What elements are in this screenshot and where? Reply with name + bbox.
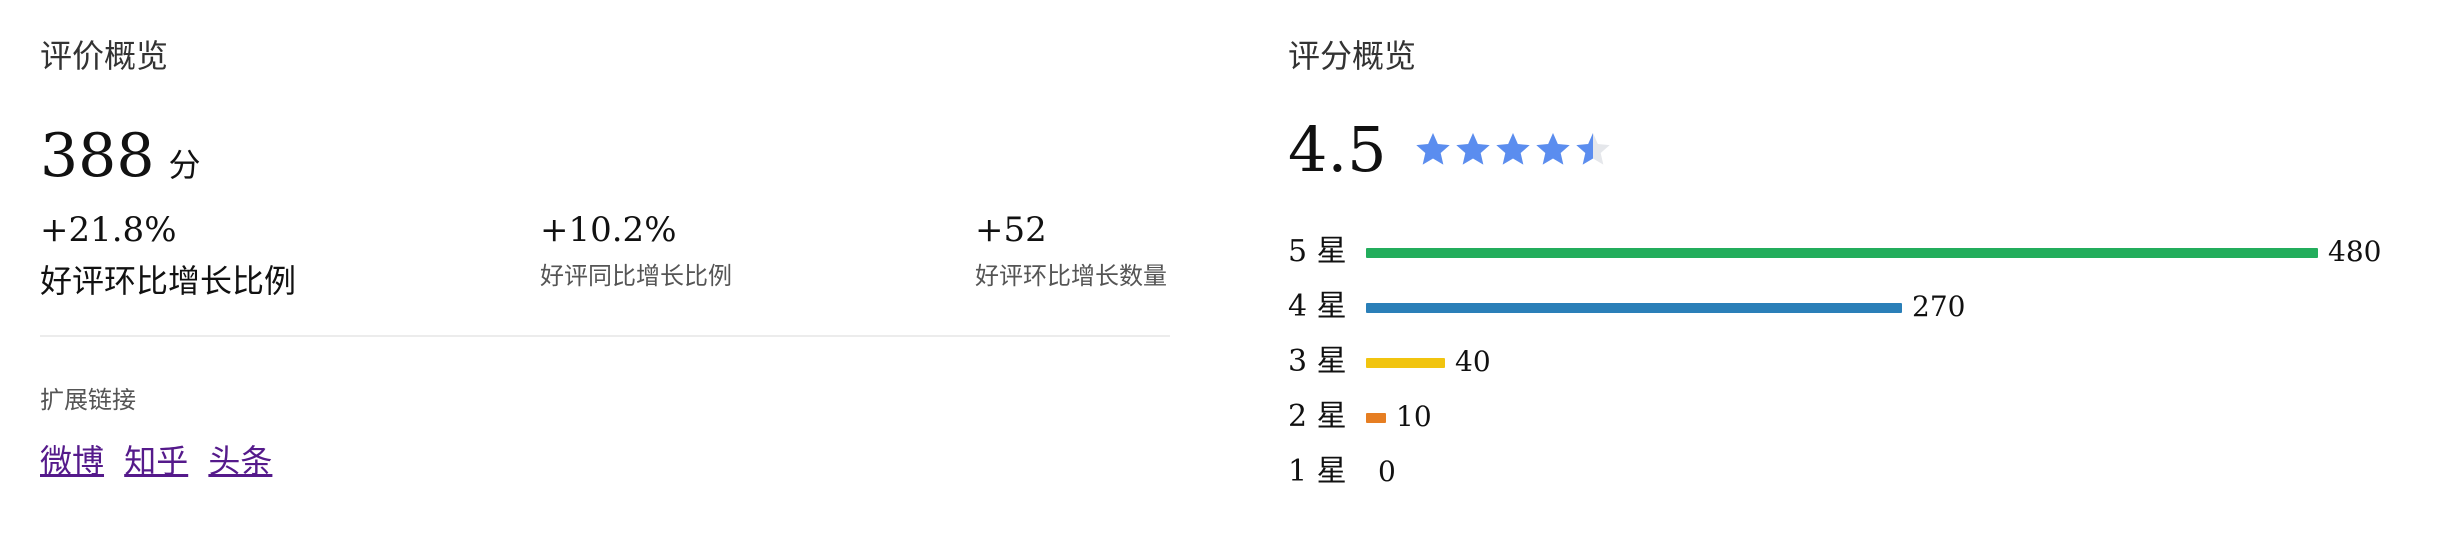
external-links: 微博 知乎 头条 bbox=[40, 436, 282, 482]
rating-bar bbox=[1366, 303, 1902, 313]
links-heading: 扩展链接 bbox=[40, 386, 136, 414]
rating-row-2-star: 2 星 10 bbox=[1288, 397, 2418, 437]
star-icon bbox=[1575, 133, 1610, 165]
review-overview-panel: 评价概览 388 分 +21.8% 好评环比增长比例 +10.2% 好评同比增长比… bbox=[40, 0, 1170, 550]
stat-value: +52 bbox=[975, 210, 1047, 250]
rating-bar bbox=[1366, 248, 2318, 258]
review-overview-title: 评价概览 bbox=[40, 37, 169, 75]
star-rating bbox=[1413, 130, 1613, 174]
average-rating: 4.5 bbox=[1288, 112, 1613, 188]
rating-overview-panel: 评分概览 4.5 5 星 480 4 星 270 3 星 40 2 星 10 1 星 0 bbox=[1288, 0, 2418, 550]
rating-overview-title: 评分概览 bbox=[1288, 37, 1417, 75]
rating-bar bbox=[1366, 413, 1386, 423]
rating-count: 480 bbox=[2328, 235, 2382, 268]
stat-mom-count: +52 好评环比增长数量 bbox=[975, 208, 1167, 291]
rating-row-label: 2 星 bbox=[1288, 399, 1347, 434]
rating-row-label: 3 星 bbox=[1288, 344, 1347, 379]
rating-count: 0 bbox=[1378, 455, 1396, 488]
star-icon bbox=[1495, 133, 1530, 165]
link-toutiao[interactable]: 头条 bbox=[208, 442, 272, 480]
stat-mom-ratio: +21.8% 好评环比增长比例 bbox=[40, 208, 296, 302]
star-icon bbox=[1455, 133, 1490, 165]
rating-row-4-star: 4 星 270 bbox=[1288, 287, 2418, 327]
score-value: 388 bbox=[40, 121, 155, 191]
link-zhihu[interactable]: 知乎 bbox=[124, 442, 188, 480]
rating-row-label: 1 星 bbox=[1288, 454, 1347, 489]
rating-row-label: 5 星 bbox=[1288, 234, 1347, 269]
score-unit: 分 bbox=[168, 146, 201, 184]
stat-label: 好评同比增长比例 bbox=[540, 262, 732, 290]
divider bbox=[40, 335, 1170, 337]
rating-row-1-star: 1 星 0 bbox=[1288, 452, 2418, 492]
stat-label: 好评环比增长数量 bbox=[975, 262, 1167, 290]
stat-value: +10.2% bbox=[540, 210, 677, 250]
stat-value: +21.8% bbox=[40, 210, 177, 250]
stat-yoy-ratio: +10.2% 好评同比增长比例 bbox=[540, 208, 732, 291]
rating-count: 40 bbox=[1455, 345, 1491, 378]
stat-label: 好评环比增长比例 bbox=[40, 262, 297, 300]
star-icon bbox=[1415, 133, 1450, 165]
star-icon bbox=[1535, 133, 1570, 165]
average-rating-value: 4.5 bbox=[1288, 113, 1387, 186]
link-weibo[interactable]: 微博 bbox=[40, 442, 104, 480]
rating-bar bbox=[1366, 358, 1445, 368]
rating-count: 10 bbox=[1396, 400, 1432, 433]
score-display: 388 分 bbox=[40, 118, 201, 194]
rating-row-label: 4 星 bbox=[1288, 289, 1347, 324]
rating-row-5-star: 5 星 480 bbox=[1288, 232, 2418, 272]
rating-count: 270 bbox=[1912, 290, 1966, 323]
rating-row-3-star: 3 星 40 bbox=[1288, 342, 2418, 382]
